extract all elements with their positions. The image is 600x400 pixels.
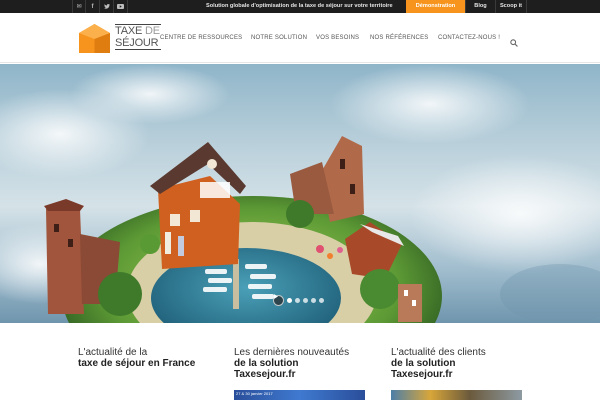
play-icon[interactable] — [273, 294, 284, 306]
nav-item-contact[interactable]: CONTACTEZ-NOUS ! — [438, 34, 500, 42]
social-links: ✉ f — [72, 0, 128, 13]
slider-dot[interactable] — [311, 297, 316, 303]
blog-link[interactable]: Blog — [465, 0, 495, 13]
logo-word-sejour: SÉJOUR — [115, 37, 159, 49]
slider-dot[interactable] — [287, 297, 292, 303]
facebook-icon[interactable]: f — [86, 0, 100, 13]
section-title-line: L'actualité des clients — [391, 347, 486, 358]
mail-icon[interactable]: ✉ — [72, 0, 86, 13]
section-title-bold: Taxesejour.fr — [391, 369, 453, 380]
site-header: TAXE DE SÉJOUR CENTRE DE RESSOURCES NOTR… — [0, 13, 600, 63]
hero-slider[interactable] — [0, 64, 600, 323]
section-actualite-taxe: L'actualité de la taxe de séjour en Fran… — [78, 347, 195, 369]
client-news-thumbnail[interactable] — [391, 390, 522, 400]
slider-dot[interactable] — [319, 297, 324, 303]
section-title-bold: Taxesejour.fr — [234, 369, 296, 380]
top-bar: ✉ f Solution globale d'optimisation de l… — [0, 0, 600, 13]
section-title-line: L'actualité de la — [78, 347, 148, 358]
twitter-icon[interactable] — [100, 0, 114, 13]
scoop-it-link[interactable]: Scoop it — [495, 0, 527, 13]
thumbnail-date: 27 & 30 janvier 2017 — [236, 391, 273, 396]
slider-dot[interactable] — [295, 297, 300, 303]
section-title-bold: de la solution — [234, 358, 299, 369]
section-actualite-clients: L'actualité des clients de la solution T… — [391, 347, 486, 380]
slider-dot[interactable] — [303, 297, 308, 303]
logo-house-icon[interactable] — [79, 24, 110, 58]
logo-word-taxe: TAXE — [115, 25, 143, 37]
hero-tiny-planet-image — [0, 64, 600, 323]
nav-item-references[interactable]: NOS RÉFÉRENCES — [370, 34, 428, 42]
tagline: Solution globale d'optimisation de la ta… — [206, 3, 393, 9]
youtube-icon[interactable] — [114, 0, 128, 13]
section-title-line: Les dernières nouveautés — [234, 347, 350, 358]
slider-controls — [273, 294, 324, 306]
logo-text[interactable]: TAXE DE SÉJOUR — [115, 24, 161, 50]
demo-button[interactable]: Démonstration — [406, 0, 465, 13]
search-icon[interactable] — [510, 34, 518, 47]
nav-item-solution[interactable]: NOTRE SOLUTION — [251, 34, 307, 42]
logo-word-de: DE — [144, 25, 160, 37]
nav-item-ressources[interactable]: CENTRE DE RESSOURCES — [160, 34, 242, 42]
section-title-bold: de la solution — [391, 358, 456, 369]
news-thumbnail[interactable]: 27 & 30 janvier 2017 — [234, 390, 365, 400]
nav-item-besoins[interactable]: VOS BESOINS — [316, 34, 359, 42]
section-nouveautes: Les dernières nouveautés de la solution … — [234, 347, 349, 380]
section-title-bold: taxe de séjour en France — [78, 358, 196, 369]
